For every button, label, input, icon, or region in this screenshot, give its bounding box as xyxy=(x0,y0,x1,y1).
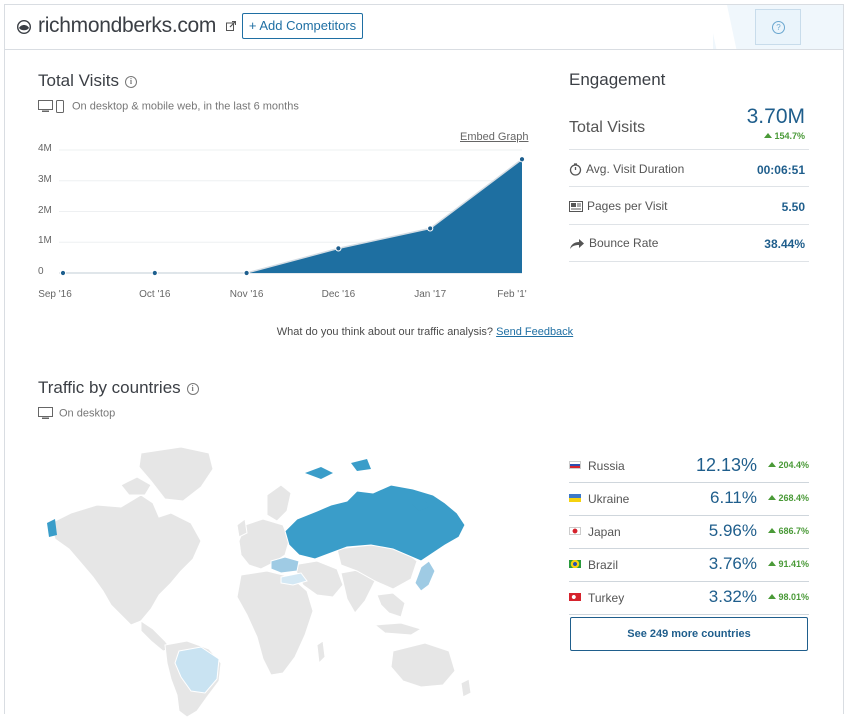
country-row-japan[interactable]: Japan 5.96% 686.7% xyxy=(569,515,809,549)
subtitle-text: On desktop xyxy=(59,407,116,420)
data-point[interactable] xyxy=(427,225,434,232)
metric-label: Pages per Visit xyxy=(569,199,668,213)
traffic-countries-title-text: Traffic by countries xyxy=(38,378,181,397)
x-tick-label: Feb '1' xyxy=(497,289,527,300)
visits-area xyxy=(63,159,522,273)
see-more-countries-button[interactable]: See 249 more countries xyxy=(570,617,808,651)
feedback-text: What do you think about our traffic anal… xyxy=(276,326,494,338)
country-change: 98.01% xyxy=(768,592,809,602)
x-tick-label: Jan '17 xyxy=(414,289,447,300)
change-text: 91.41% xyxy=(778,559,809,569)
map-greenland xyxy=(138,446,214,502)
country-row-russia[interactable]: Russia 12.13% 204.4% xyxy=(569,449,809,483)
country-name: Brazil xyxy=(588,558,619,572)
metric-value: 5.50 xyxy=(781,200,805,214)
pages-per-visit-metric: Pages per Visit 5.50 xyxy=(569,187,809,225)
x-tick-label: Nov '16 xyxy=(229,289,264,300)
country-row-brazil[interactable]: Brazil 3.76% 91.41% xyxy=(569,548,809,582)
country-name: Turkey xyxy=(588,591,625,605)
country-share: 3.76% xyxy=(708,554,757,573)
map-africa xyxy=(236,570,314,676)
country-change: 686.7% xyxy=(768,526,809,536)
metric-label-text: Pages per Visit xyxy=(587,199,668,213)
stopwatch-icon xyxy=(569,163,582,176)
map-canada-islands xyxy=(120,476,152,496)
x-tick-label: Dec '16 xyxy=(321,289,356,300)
data-point[interactable] xyxy=(59,269,67,277)
metric-label: Avg. Visit Duration xyxy=(569,162,684,176)
total-visits-value: 3.70M xyxy=(746,105,805,128)
x-tick-label: Sep '16 xyxy=(38,289,72,300)
up-arrow-icon xyxy=(768,528,777,533)
country-name: Ukraine xyxy=(588,492,630,506)
data-point[interactable] xyxy=(151,269,158,277)
overview-panel: richmondberks.com + Add Competitors ? To… xyxy=(4,4,845,717)
pages-icon xyxy=(569,201,583,213)
map-new-zealand xyxy=(460,678,472,698)
world-map[interactable] xyxy=(41,445,481,717)
change-text: 204.4% xyxy=(778,460,809,470)
desktop-icon xyxy=(38,407,53,419)
country-share: 5.96% xyxy=(708,521,757,540)
data-point[interactable] xyxy=(518,156,526,163)
country-change: 204.4% xyxy=(768,460,809,470)
metric-label-text: Avg. Visit Duration xyxy=(586,162,685,176)
country-change: 268.4% xyxy=(768,493,809,503)
x-tick-label: Oct '16 xyxy=(139,289,171,300)
map-uk xyxy=(236,518,248,538)
change-text: 154.7% xyxy=(774,131,805,141)
map-madagascar xyxy=(316,640,326,665)
country-change: 91.41% xyxy=(768,559,809,569)
metric-value: 00:06:51 xyxy=(756,163,805,177)
metric-label: Bounce Rate xyxy=(569,236,658,250)
feedback-prompt: What do you think about our traffic anal… xyxy=(5,326,845,338)
country-name: Japan xyxy=(588,525,621,539)
map-indonesia xyxy=(373,622,423,636)
map-north-america xyxy=(50,494,202,626)
countries-subtitle: On desktop xyxy=(38,407,115,420)
map-australia xyxy=(390,642,456,688)
map-se-asia xyxy=(376,592,406,618)
ukraine-flag-icon xyxy=(569,494,581,502)
map-ukraine xyxy=(270,556,300,574)
metric-value: 38.44% xyxy=(764,237,805,251)
total-visits-chart xyxy=(59,149,526,277)
country-row-ukraine[interactable]: Ukraine 6.11% 268.4% xyxy=(569,482,809,516)
send-feedback-link[interactable]: Send Feedback xyxy=(496,326,573,338)
bounce-arrow-icon xyxy=(570,238,584,249)
country-share: 12.13% xyxy=(695,455,757,475)
data-point[interactable] xyxy=(335,245,342,252)
russia-flag-icon xyxy=(569,461,581,469)
change-text: 268.4% xyxy=(778,493,809,503)
up-arrow-icon xyxy=(764,133,773,138)
up-arrow-icon xyxy=(768,561,777,566)
up-arrow-icon xyxy=(768,594,777,599)
traffic-countries-title: Traffic by countries i xyxy=(38,378,199,398)
country-row-turkey[interactable]: Turkey 3.32% 98.01% xyxy=(569,581,809,615)
country-name: Russia xyxy=(588,459,625,473)
japan-flag-icon xyxy=(569,527,581,535)
map-scandinavia xyxy=(266,484,292,522)
total-visits-label: Total Visits xyxy=(569,119,646,136)
help-button[interactable]: ? xyxy=(755,9,801,45)
question-icon: ? xyxy=(772,21,785,34)
country-share: 6.11% xyxy=(710,488,757,507)
avg-visit-duration-metric: Avg. Visit Duration 00:06:51 xyxy=(569,150,809,187)
total-visits-metric: Total Visits 3.70M 154.7% xyxy=(569,105,809,150)
up-arrow-icon xyxy=(768,462,777,467)
change-text: 686.7% xyxy=(778,526,809,536)
engagement-title: Engagement xyxy=(569,70,666,89)
turkey-flag-icon xyxy=(569,593,581,601)
map-japan xyxy=(414,560,436,592)
change-text: 98.01% xyxy=(778,592,809,602)
metric-label-text: Bounce Rate xyxy=(589,236,659,250)
brazil-flag-icon xyxy=(569,560,581,568)
up-arrow-icon xyxy=(768,495,777,500)
data-point[interactable] xyxy=(243,269,250,277)
bounce-rate-metric: Bounce Rate 38.44% xyxy=(569,225,809,262)
country-share: 3.32% xyxy=(708,587,757,606)
total-visits-change: 154.7% xyxy=(764,131,805,141)
info-icon[interactable]: i xyxy=(186,383,199,395)
